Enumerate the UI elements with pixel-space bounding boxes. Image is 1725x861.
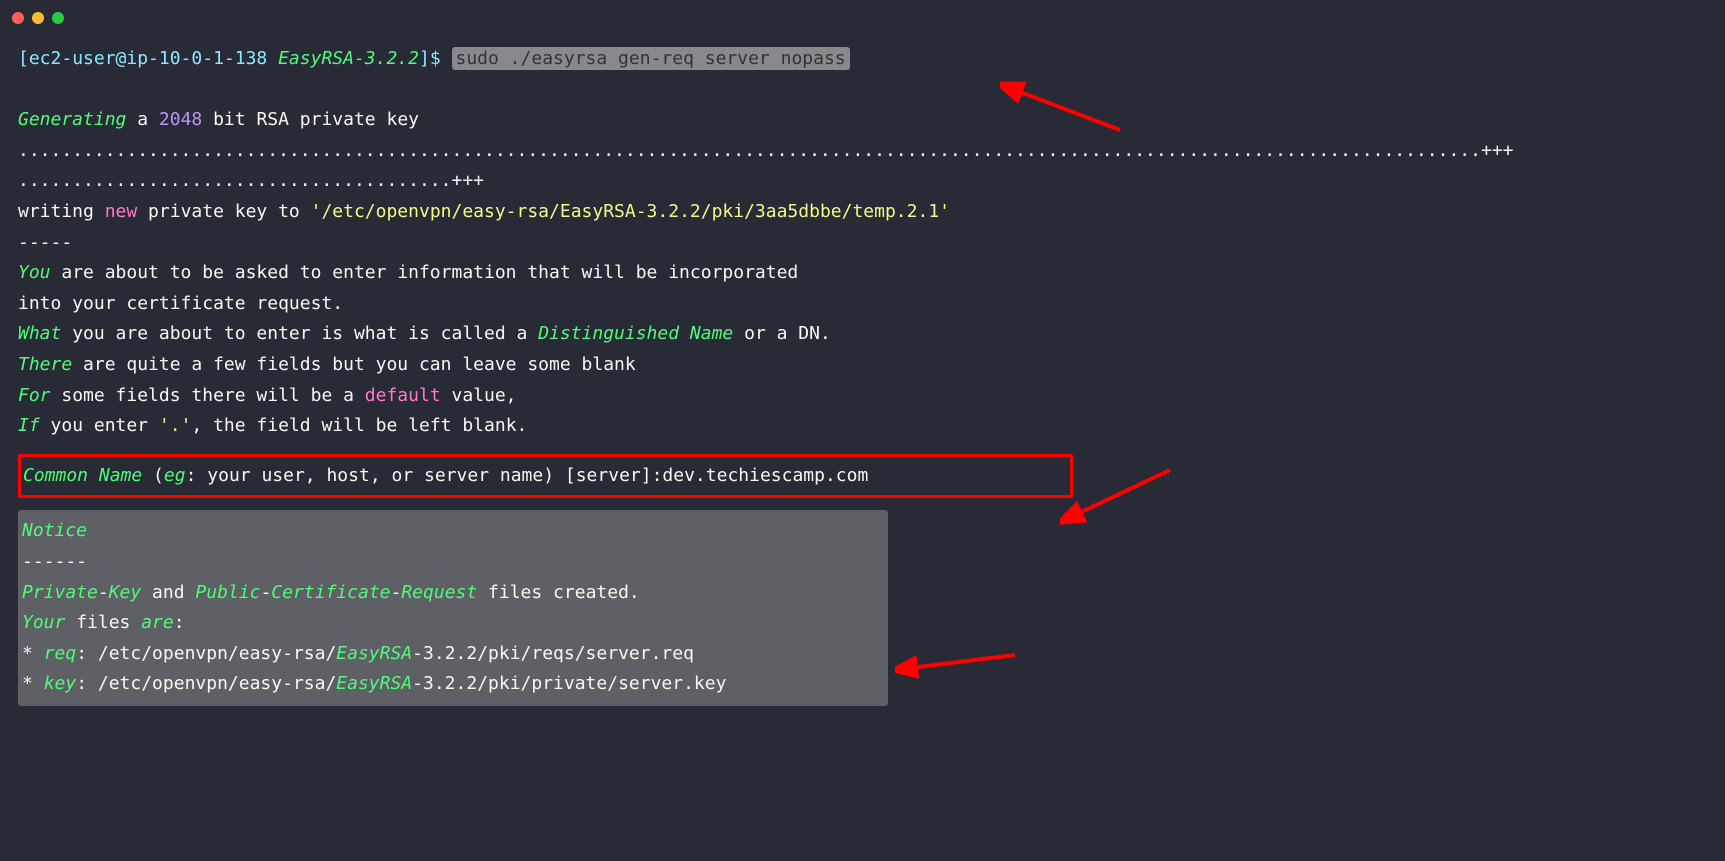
blank-line	[18, 75, 1707, 106]
prompt-line: [ec2-user@ip-10-0-1-138 EasyRSA-3.2.2]$ …	[18, 44, 1707, 75]
intro-what-line: What you are about to enter is what is c…	[18, 319, 1707, 350]
terminal-content[interactable]: [ec2-user@ip-10-0-1-138 EasyRSA-3.2.2]$ …	[0, 36, 1725, 714]
intro-there-line: There are quite a few fields but you can…	[18, 350, 1707, 381]
dots-line-1: ........................................…	[18, 136, 1707, 167]
intro-line2: into your certificate request.	[18, 289, 1707, 320]
notice-req-line: * req: /etc/openvpn/easy-rsa/EasyRSA-3.2…	[22, 639, 884, 670]
prompt-bracket-open: [	[18, 48, 29, 69]
close-icon[interactable]	[12, 12, 24, 24]
highlighted-command: sudo ./easyrsa gen-req server nopass	[452, 47, 850, 70]
maximize-icon[interactable]	[52, 12, 64, 24]
intro-for-line: For some fields there will be a default …	[18, 381, 1707, 412]
dots-line-2: ........................................…	[18, 166, 1707, 197]
notice-files-created-line: Private-Key and Public-Certificate-Reque…	[22, 578, 884, 609]
intro-if-line: If you enter '.', the field will be left…	[18, 411, 1707, 442]
notice-key-line: * key: /etc/openvpn/easy-rsa/EasyRSA-3.2…	[22, 669, 884, 700]
generating-word: Generating	[18, 109, 126, 130]
prompt-dir: EasyRSA-3.2.2	[278, 48, 419, 69]
writing-line: writing new private key to '/etc/openvpn…	[18, 197, 1707, 228]
prompt-bracket-close: ]$	[419, 48, 452, 69]
common-name-line: Common Name (eg: your user, host, or ser…	[23, 461, 1068, 492]
intro-you-line: You are about to be asked to enter infor…	[18, 258, 1707, 289]
notice-title-line: Notice	[22, 516, 884, 547]
terminal-window: [ec2-user@ip-10-0-1-138 EasyRSA-3.2.2]$ …	[0, 0, 1725, 861]
minimize-icon[interactable]	[32, 12, 44, 24]
notice-dash-line: ------	[22, 547, 884, 578]
notice-box: Notice ------ Private-Key and Public-Cer…	[18, 510, 888, 706]
dash-line: -----	[18, 228, 1707, 259]
prompt-user-host: ec2-user@ip-10-0-1-138	[29, 48, 278, 69]
notice-your-files-line: Your files are:	[22, 608, 884, 639]
common-name-highlight-box: Common Name (eg: your user, host, or ser…	[18, 454, 1073, 499]
window-titlebar	[0, 0, 1725, 36]
generating-line: Generating a 2048 bit RSA private key	[18, 105, 1707, 136]
